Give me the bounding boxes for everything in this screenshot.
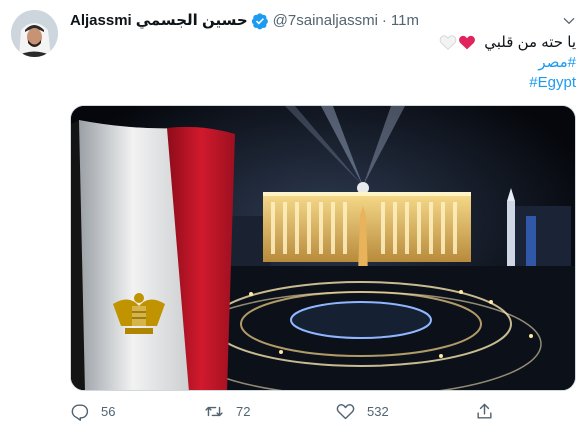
- white-heart-icon: [439, 35, 457, 50]
- avatar[interactable]: [11, 10, 58, 57]
- timestamp[interactable]: 11m: [391, 11, 419, 31]
- tweet-text-arabic: يا حته من قلبي: [484, 34, 576, 51]
- share-icon: [477, 403, 492, 419]
- reply-icon: [71, 403, 89, 421]
- tweet-text-line: #مصر: [439, 53, 576, 73]
- tweet-text-line: #Egypt: [439, 73, 576, 93]
- hashtag-link[interactable]: #Egypt: [529, 74, 576, 91]
- reply-button[interactable]: 56: [70, 400, 115, 422]
- like-button[interactable]: 532: [336, 400, 389, 422]
- tweet-header: Aljassmi حسين الجسمي @7sainaljassmi · 11…: [70, 11, 419, 31]
- verified-badge-icon: [251, 12, 269, 30]
- retweet-button[interactable]: 72: [204, 400, 250, 422]
- handle[interactable]: @7sainaljassmi: [273, 11, 378, 31]
- separator-dot: ·: [381, 12, 387, 29]
- tweet: Aljassmi حسين الجسمي @7sainaljassmi · 11…: [0, 0, 585, 425]
- tweet-text-line: يا حته من قلبي: [439, 33, 576, 53]
- hashtag-link[interactable]: #مصر: [538, 54, 576, 71]
- reply-count: 56: [101, 403, 116, 419]
- tweet-image[interactable]: [70, 105, 576, 391]
- red-heart-icon: [459, 35, 476, 50]
- like-count: 532: [367, 403, 389, 419]
- username-label[interactable]: Aljassmi: [70, 11, 132, 31]
- tweet-actions: 56 72 532: [70, 400, 500, 422]
- retweet-icon: [205, 406, 223, 416]
- like-icon: [336, 404, 355, 420]
- retweet-count: 72: [236, 403, 251, 419]
- tweet-text: يا حته من قلبي #مصر #Egypt: [439, 33, 576, 93]
- chevron-down-icon[interactable]: [560, 12, 578, 30]
- display-name[interactable]: حسين الجسمي: [136, 11, 248, 31]
- share-button[interactable]: [475, 400, 494, 422]
- emoji-group: [439, 34, 476, 50]
